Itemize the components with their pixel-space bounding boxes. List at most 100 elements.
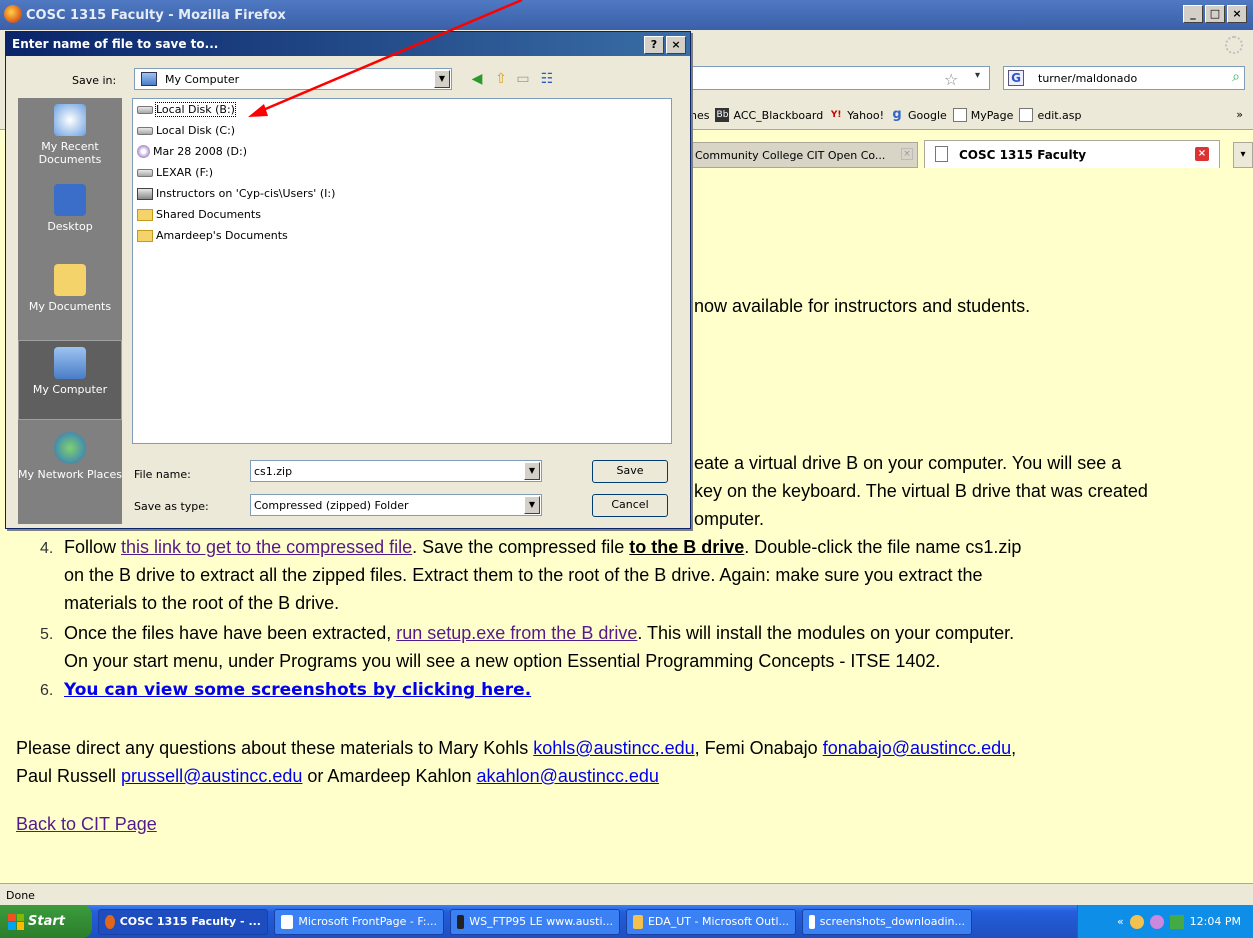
throbber-icon: [1225, 36, 1243, 54]
taskbar-item-frontpage[interactable]: Microsoft FrontPage - F:...: [274, 908, 444, 935]
screenshots-link[interactable]: You can view some screenshots by clickin…: [64, 680, 531, 700]
file-list-item-label: Instructors on 'Cyp-cis\Users' (I:): [156, 187, 336, 200]
email-akahlon-link[interactable]: akahlon@austincc.edu: [477, 766, 659, 786]
save-in-dropdown[interactable]: My Computer ▼: [134, 68, 452, 90]
search-input[interactable]: turner/maldonado: [1038, 72, 1137, 85]
save-as-type-dropdown[interactable]: Compressed (zipped) Folder ▼: [250, 494, 542, 516]
search-box[interactable]: G turner/maldonado ⌕: [1003, 66, 1245, 90]
taskbar-item-word[interactable]: screenshots_downloadin...: [802, 908, 972, 935]
bookmark-star-icon[interactable]: ☆: [944, 70, 958, 89]
close-button[interactable]: ×: [1227, 5, 1247, 23]
save-as-type-label: Save as type:: [134, 500, 209, 513]
disk-icon: [137, 126, 153, 135]
compressed-file-link[interactable]: this link to get to the compressed file: [121, 537, 412, 557]
google-engine-icon[interactable]: G: [1008, 70, 1024, 86]
file-list[interactable]: Local Disk (B:) Local Disk (C:) Mar 28 200…: [132, 98, 672, 444]
file-list-item-label: Mar 28 2008 (D:): [153, 145, 247, 158]
net-icon: [137, 187, 153, 200]
file-list-item-label: Local Disk (C:): [156, 124, 236, 137]
place-my-recent-documents[interactable]: My Recent Documents: [18, 98, 122, 178]
tray-app-icon[interactable]: [1129, 914, 1144, 929]
email-fonabajo-link[interactable]: fonabajo@austincc.edu: [823, 738, 1011, 758]
text-virtual-drive: eate a virtual drive B on your computer.…: [694, 453, 1122, 473]
bookmark-edit-asp[interactable]: edit.asp: [1019, 108, 1082, 122]
file-name-input[interactable]: cs1.zip ▼: [250, 460, 542, 482]
list-item-6: 6. You can view some screenshots by click…: [40, 680, 532, 700]
views-menu-icon[interactable]: ☷: [538, 70, 556, 88]
tab-close-icon[interactable]: ×: [901, 148, 913, 160]
file-list-item[interactable]: Mar 28 2008 (D:): [133, 141, 671, 162]
tab-cit-open-courseware[interactable]: Community College CIT Open Co... ×: [690, 142, 918, 168]
folder-icon: [137, 229, 153, 242]
firefox-icon: [105, 914, 115, 929]
file-list-item-label: Local Disk (B:): [155, 102, 236, 117]
taskbar-item-firefox[interactable]: COSC 1315 Faculty - ...: [98, 908, 268, 935]
new-folder-icon[interactable]: ▭: [514, 70, 532, 88]
run-setup-link[interactable]: run setup.exe from the B drive: [396, 623, 637, 643]
outlook-icon: [633, 914, 643, 929]
file-list-item[interactable]: Local Disk (B:): [133, 99, 671, 120]
up-folder-icon[interactable]: ⇧: [492, 70, 510, 88]
place-my-network-places[interactable]: My Network Places: [18, 426, 122, 506]
taskbar-item-wsftp[interactable]: WS_FTP95 LE www.austi...: [450, 908, 620, 935]
place-desktop[interactable]: Desktop: [18, 178, 122, 242]
back-to-cit-link[interactable]: Back to CIT Page: [16, 814, 157, 834]
maximize-button[interactable]: □: [1205, 5, 1225, 23]
bookmark-mypage[interactable]: MyPage: [952, 108, 1013, 122]
bookmark-google[interactable]: g Google: [890, 108, 946, 122]
list-item-4-line2: on the B drive to extract all the zipped…: [64, 565, 983, 585]
start-button[interactable]: Start: [0, 905, 92, 938]
firefox-logo-icon: [4, 5, 22, 23]
file-list-item[interactable]: Local Disk (C:): [133, 120, 671, 141]
window-title: COSC 1315 Faculty - Mozilla Firefox: [26, 8, 286, 23]
bookmarks-overflow-chevron[interactable]: »: [1236, 108, 1243, 121]
file-list-item[interactable]: LEXAR (F:): [133, 162, 671, 183]
taskbar-item-outlook[interactable]: EDA_UT - Microsoft Outl...: [626, 908, 796, 935]
tray-security-icon[interactable]: [1169, 914, 1184, 929]
status-text: Done: [6, 889, 35, 902]
my-computer-icon: [141, 72, 157, 86]
file-list-item[interactable]: Instructors on 'Cyp-cis\Users' (I:): [133, 183, 671, 204]
search-icon[interactable]: ⌕: [1232, 69, 1240, 85]
dialog-titlebar: Enter name of file to save to...: [6, 32, 690, 56]
tab-list-dropdown[interactable]: ▾: [1233, 142, 1253, 168]
word-icon: [809, 914, 815, 929]
status-bar: Done: [0, 883, 1253, 905]
file-list-item[interactable]: Shared Documents: [133, 204, 671, 225]
place-my-computer[interactable]: My Computer: [18, 340, 122, 420]
place-my-documents[interactable]: My Documents: [18, 258, 122, 338]
bookmark-partial[interactable]: nes: [690, 109, 709, 122]
bookmark-yahoo[interactable]: Y! Yahoo!: [829, 108, 884, 122]
bookmark-blackboard[interactable]: Bb ACC_Blackboard: [715, 108, 823, 122]
save-as-type-chevron-icon[interactable]: ▼: [524, 496, 540, 514]
tab-close-icon-active[interactable]: ×: [1195, 147, 1209, 161]
back-icon[interactable]: ◀: [468, 70, 486, 88]
contact-line-2: Paul Russell prussell@austincc.edu or Am…: [16, 766, 659, 786]
back-to-cit-link-row: Back to CIT Page: [16, 814, 157, 835]
minimize-button[interactable]: _: [1183, 5, 1203, 23]
cd-icon: [137, 145, 150, 158]
save-file-dialog: Enter name of file to save to... ? × Sav…: [5, 31, 691, 529]
email-kohls-link[interactable]: kohls@austincc.edu: [533, 738, 694, 758]
dialog-close-button[interactable]: ×: [666, 36, 686, 54]
tab-cosc-1315-faculty[interactable]: COSC 1315 Faculty ×: [924, 140, 1220, 168]
tray-network-icon[interactable]: [1149, 914, 1164, 929]
my-documents-icon: [54, 264, 86, 296]
chevron-down-icon[interactable]: ▼: [434, 70, 450, 88]
history-dropdown-icon[interactable]: ▾: [975, 70, 980, 81]
my-computer-place-icon: [54, 347, 86, 379]
tray-collapse-button[interactable]: «: [1117, 915, 1124, 928]
file-list-item-label: Amardeep's Documents: [156, 229, 288, 242]
save-button[interactable]: Save: [592, 460, 668, 483]
contact-line-1: Please direct any questions about these …: [16, 738, 1017, 758]
dialog-title: Enter name of file to save to...: [12, 37, 219, 51]
window-titlebar: COSC 1315 Faculty - Mozilla Firefox _ □ …: [0, 0, 1253, 30]
cancel-button[interactable]: Cancel: [592, 494, 668, 517]
clock[interactable]: 12:04 PM: [1190, 915, 1241, 928]
tab-strip: Community College CIT Open Co... × COSC …: [690, 138, 1253, 170]
file-list-item[interactable]: Amardeep's Documents: [133, 225, 671, 246]
email-prussell-link[interactable]: prussell@austincc.edu: [121, 766, 302, 786]
file-name-dropdown-icon[interactable]: ▼: [524, 462, 540, 480]
file-list-item-label: Shared Documents: [156, 208, 261, 221]
dialog-help-button[interactable]: ?: [644, 36, 664, 54]
